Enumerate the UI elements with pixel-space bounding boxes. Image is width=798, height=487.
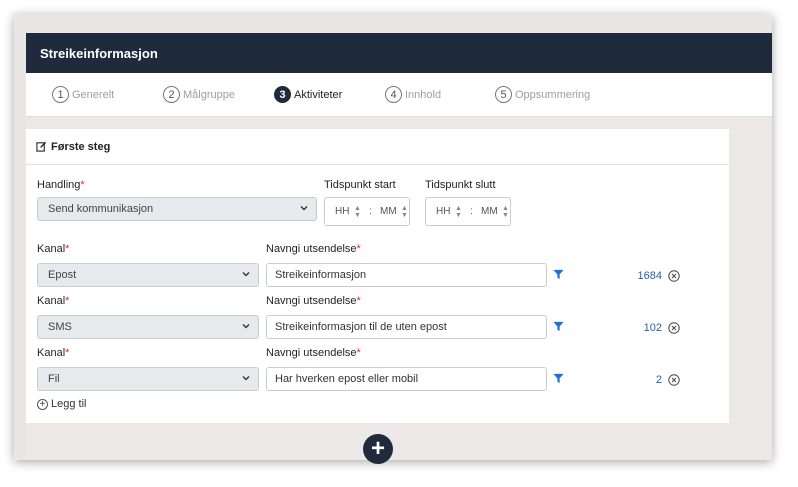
filter-icon[interactable] <box>553 373 564 384</box>
step-number: 4 <box>385 86 402 103</box>
channel-label: Kanal* <box>37 243 69 255</box>
step-label: Målgruppe <box>183 88 235 101</box>
recipient-count[interactable]: 102 <box>622 322 662 334</box>
name-label: Navngi utsendelse* <box>266 243 361 255</box>
dispatch-name-input[interactable]: Streikeinformasjon til de uten epost <box>266 315 547 339</box>
required-mark: * <box>65 243 70 255</box>
channel-label: Kanal* <box>37 347 69 359</box>
required-mark: * <box>65 295 70 307</box>
dispatch-name-input[interactable]: Streikeinformasjon <box>266 263 547 287</box>
minutes-placeholder: MM <box>481 206 498 217</box>
dispatch-name-input[interactable]: Har hverken epost eller mobil <box>266 367 547 391</box>
remove-icon[interactable] <box>668 374 680 386</box>
add-channel-link[interactable]: + Legg til <box>37 398 86 410</box>
remove-icon[interactable] <box>668 270 680 282</box>
name-label-text: Navngi utsendelse <box>266 295 357 307</box>
add-link-label: Legg til <box>51 398 87 410</box>
required-mark: * <box>356 295 361 307</box>
time-separator: : <box>369 206 372 217</box>
required-mark: * <box>356 243 361 255</box>
action-label: Handling* <box>37 179 85 191</box>
chevron-down-icon <box>300 206 308 211</box>
minutes-stepper[interactable]: ▲ ▼ <box>401 205 408 219</box>
card-title: Første steg <box>51 140 111 153</box>
minutes-placeholder: MM <box>380 206 397 217</box>
channel-label: Kanal* <box>37 295 69 307</box>
hours-placeholder: HH <box>436 206 451 217</box>
channel-label-text: Kanal <box>37 347 66 359</box>
hours-placeholder: HH <box>335 206 350 217</box>
channel-label-text: Kanal <box>37 295 66 307</box>
step-label: Oppsummering <box>515 88 591 101</box>
channel-value: Fil <box>48 373 60 385</box>
card-header: Første steg <box>26 129 729 165</box>
required-mark: * <box>80 179 85 191</box>
channel-select[interactable]: SMS <box>37 315 259 339</box>
action-value: Send kommunikasjon <box>48 203 154 215</box>
step-malgruppe[interactable]: 2 Målgruppe <box>163 86 235 103</box>
step-number: 3 <box>274 86 291 103</box>
time-start-input[interactable]: HH ▲ ▼ : MM ▲ ▼ <box>324 197 410 226</box>
required-mark: * <box>356 347 361 359</box>
step-generelt[interactable]: 1 Generelt <box>52 86 114 103</box>
step-number: 5 <box>495 86 512 103</box>
recipient-count[interactable]: 1684 <box>622 270 662 282</box>
hours-stepper[interactable]: ▲ ▼ <box>354 205 361 219</box>
filter-icon[interactable] <box>553 321 564 332</box>
chevron-down-icon <box>242 272 250 277</box>
name-label: Navngi utsendelse* <box>266 295 361 307</box>
add-step-button[interactable]: + <box>363 434 393 464</box>
minutes-stepper[interactable]: ▲ ▼ <box>502 205 509 219</box>
hours-stepper[interactable]: ▲ ▼ <box>455 205 462 219</box>
required-mark: * <box>65 347 70 359</box>
step-number: 1 <box>52 86 69 103</box>
time-end-input[interactable]: HH ▲ ▼ : MM ▲ ▼ <box>425 197 511 226</box>
channel-select[interactable]: Epost <box>37 263 259 287</box>
step-card: Første steg Handling* Send kommunikasjon… <box>26 129 729 423</box>
time-end-label: Tidspunkt slutt <box>425 179 496 191</box>
step-oppsummering[interactable]: 5 Oppsummering <box>495 86 590 103</box>
stepper: 1 Generelt 2 Målgruppe 3 Aktiviteter 4 I… <box>26 73 772 117</box>
name-label-text: Navngi utsendelse <box>266 347 357 359</box>
page: Streikeinformasjon 1 Generelt 2 Målgrupp… <box>26 33 772 464</box>
step-innhold[interactable]: 4 Innhold <box>385 86 441 103</box>
time-separator: : <box>470 206 473 217</box>
plus-circle-icon: + <box>37 398 48 410</box>
name-label-text: Navngi utsendelse <box>266 243 357 255</box>
remove-icon[interactable] <box>668 322 680 334</box>
recipient-count[interactable]: 2 <box>622 374 662 386</box>
channel-select[interactable]: Fil <box>37 367 259 391</box>
step-aktiviteter[interactable]: 3 Aktiviteter <box>274 86 342 103</box>
channel-value: Epost <box>48 269 77 281</box>
step-label: Aktiviteter <box>294 88 343 101</box>
edit-icon <box>36 141 47 152</box>
action-select[interactable]: Send kommunikasjon <box>37 197 317 221</box>
step-label: Innhold <box>405 88 442 101</box>
time-start-label: Tidspunkt start <box>324 179 396 191</box>
step-number: 2 <box>163 86 180 103</box>
step-label: Generelt <box>72 88 115 101</box>
channel-label-text: Kanal <box>37 243 66 255</box>
filter-icon[interactable] <box>553 269 564 280</box>
chevron-down-icon <box>242 376 250 381</box>
chevron-down-icon <box>242 324 250 329</box>
page-title: Streikeinformasjon <box>26 33 772 73</box>
name-label: Navngi utsendelse* <box>266 347 361 359</box>
channel-value: SMS <box>48 321 72 333</box>
action-label-text: Handling <box>37 179 81 191</box>
